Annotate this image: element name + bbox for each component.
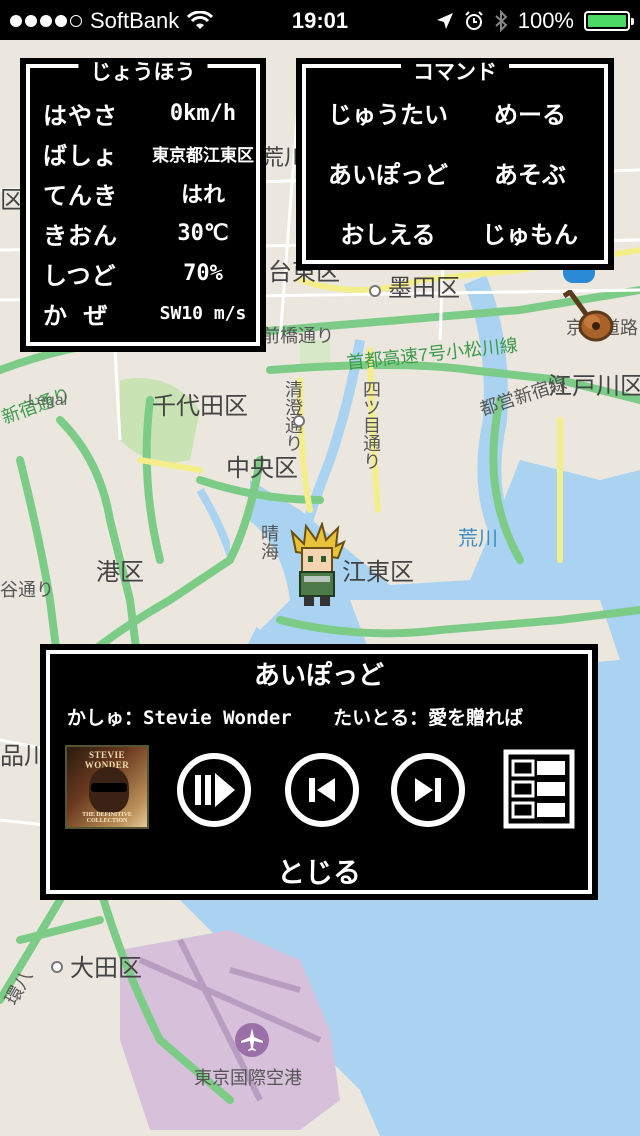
command-mail[interactable]: めーる bbox=[459, 93, 601, 137]
info-value: 東京都江東区 bbox=[152, 145, 254, 166]
alarm-icon bbox=[465, 11, 483, 30]
station-dot-icon bbox=[369, 285, 381, 297]
info-row-temperature: きおん 30℃ bbox=[43, 213, 259, 253]
map-label-ota: 大田区 bbox=[70, 955, 142, 982]
info-key: か ぜ bbox=[43, 301, 109, 330]
command-play[interactable]: あそぶ bbox=[459, 153, 601, 197]
info-value: はれ bbox=[180, 183, 225, 208]
bluetooth-icon bbox=[495, 10, 508, 32]
station-dot-icon bbox=[51, 961, 63, 973]
map-label-chuo: 中央区 bbox=[226, 455, 298, 482]
info-key: しつど bbox=[43, 261, 117, 290]
info-row-weather: てんき はれ bbox=[43, 173, 259, 213]
station-dot-icon bbox=[293, 415, 305, 427]
map-label-minato: 港区 bbox=[96, 559, 144, 586]
info-row-humidity: しつど 70% bbox=[43, 253, 259, 293]
location-arrow-icon bbox=[436, 13, 453, 29]
map-label-arakawa-river: 荒川 bbox=[458, 528, 498, 550]
info-row-location: ばしょ 東京都江東区 bbox=[43, 133, 259, 173]
info-value: 30℃ bbox=[177, 220, 229, 246]
album-art: STEVIE WONDER THE DEFINITIVE COLLECTION bbox=[65, 745, 149, 829]
command-teach[interactable]: おしえる bbox=[317, 213, 459, 257]
info-key: ばしょ bbox=[43, 141, 118, 170]
play-pause-icon bbox=[177, 753, 251, 827]
player-title: あいぽっど bbox=[253, 661, 384, 691]
play-pause-button[interactable] bbox=[175, 751, 253, 829]
info-value: 0km/h bbox=[169, 100, 237, 126]
status-bar: SoftBank 19:01 100% bbox=[0, 0, 640, 40]
map-label-sumida: 墨田区 bbox=[388, 275, 460, 302]
info-value: SW10 m/s bbox=[159, 302, 247, 324]
info-key: てんき bbox=[43, 181, 118, 210]
map-label-koto: 江東区 bbox=[342, 559, 414, 586]
close-button[interactable]: とじる bbox=[45, 851, 593, 891]
info-key: きおん bbox=[43, 221, 118, 250]
skip-back-icon bbox=[285, 753, 359, 827]
map-label-yotsume: 四ツ目通り bbox=[361, 380, 381, 470]
command-window-title: コマンド bbox=[401, 61, 509, 83]
playlist-icon bbox=[503, 749, 575, 829]
legal-link[interactable]: Legal bbox=[28, 392, 67, 410]
info-row-speed: はやさ 0km/h bbox=[43, 93, 259, 133]
album-subtitle-text: THE DEFINITIVE COLLECTION bbox=[82, 812, 132, 824]
command-spell[interactable]: じゅもん bbox=[459, 213, 601, 257]
track-meta: かしゅ：Stevie Wonder たいとる：愛を贈れば bbox=[67, 703, 553, 730]
playlist-button[interactable] bbox=[503, 749, 575, 829]
map-label-airport: 東京国際空港 bbox=[194, 1068, 302, 1088]
info-table: はやさ 0km/h ばしょ 東京都江東区 てんき はれ きおん 30℃ しつど … bbox=[43, 93, 259, 333]
previous-button[interactable] bbox=[283, 751, 361, 829]
battery-icon bbox=[584, 11, 634, 31]
map-label-kuramae: 前橋通り bbox=[262, 326, 334, 346]
battery-percent: 100% bbox=[517, 8, 574, 33]
map-label-harumi: 晴海 bbox=[259, 524, 279, 560]
song-title-label: たいとる：愛を贈れば bbox=[333, 707, 524, 729]
airplane-icon bbox=[235, 1023, 269, 1057]
info-row-wind: か ぜ SW10 m/s bbox=[43, 293, 259, 333]
info-key: はやさ bbox=[43, 101, 118, 130]
command-ipod[interactable]: あいぽっど bbox=[317, 153, 459, 197]
music-player-window: あいぽっど かしゅ：Stevie Wonder たいとる：愛を贈れば STEVI… bbox=[40, 644, 598, 900]
info-window-title: じょうほう bbox=[78, 61, 208, 83]
artist-label: かしゅ：Stevie Wonder bbox=[67, 707, 292, 729]
next-button[interactable] bbox=[389, 751, 467, 829]
skip-forward-icon bbox=[391, 753, 465, 827]
guitar-icon[interactable] bbox=[556, 290, 618, 346]
command-traffic[interactable]: じゅうたい bbox=[317, 93, 459, 137]
map-label-chiyoda: 千代田区 bbox=[152, 393, 248, 420]
player-avatar[interactable] bbox=[286, 522, 348, 608]
info-value: 70% bbox=[183, 260, 223, 286]
map-label-road-left: 谷通り bbox=[0, 580, 54, 600]
command-window: コマンド じゅうたい めーる あいぽっど あそぶ おしえる じゅもん bbox=[296, 58, 614, 270]
info-window: じょうほう はやさ 0km/h ばしょ 東京都江東区 てんき はれ きおん 30… bbox=[20, 58, 266, 352]
